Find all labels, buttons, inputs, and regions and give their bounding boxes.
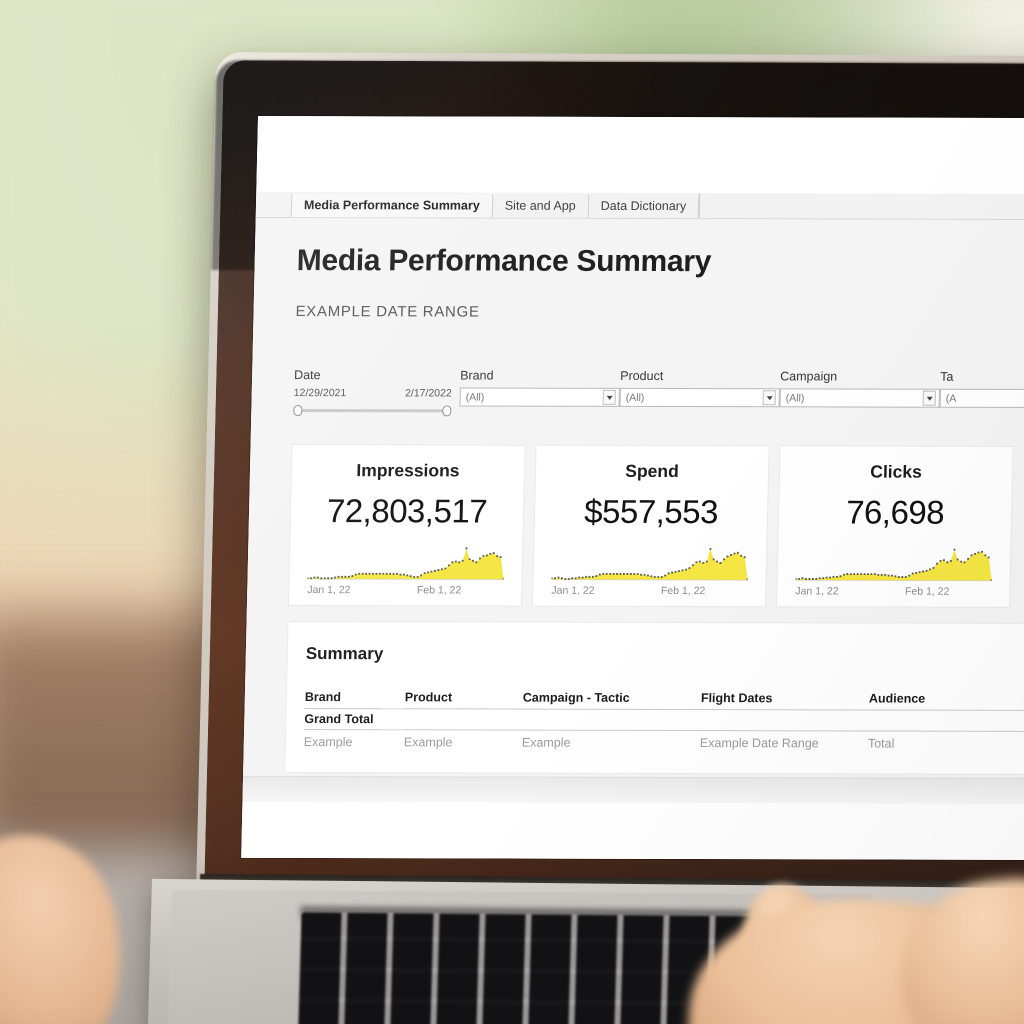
sparkline-axis-labels: Jan 1, 22 Feb 1, 22 [795,585,991,598]
cell-brand: Example [303,734,353,750]
column-header-brand[interactable]: Brand [304,690,406,709]
cell-product: Example [403,735,453,750]
tab-label: Media Performance Summary [303,198,480,213]
sparkline-axis-labels: Jan 1, 22 Feb 1, 22 [551,585,747,598]
laptop: Media Performance Summary Site and App D… [0,0,1024,1024]
axis-tick-start: Jan 1, 22 [551,584,595,597]
page-subtitle: EXAMPLE DATE RANGE [295,303,480,321]
summary-title: Summary [305,644,384,664]
filter-bar: Date 12/29/2021 2/17/2022 Brand (All) Pr… [293,368,1024,419]
filter-brand: Brand (All) [459,368,620,417]
sparkline-spend [551,548,749,581]
dropdown-value: (A [945,392,957,405]
slider-handle-start[interactable] [293,405,303,417]
kpi-value: $557,553 [583,492,719,531]
kpi-label: Impressions [356,460,460,481]
hand-left [0,821,139,1024]
table-header-row: Brand Product Campaign - Tactic Flight D… [304,690,1024,711]
column-header-flight-dates[interactable]: Flight Dates [700,691,870,710]
tabstrip-filler [698,193,1024,220]
dropdown-campaign[interactable]: (All) [779,388,940,408]
kpi-value: 76,698 [845,493,945,531]
column-header-audience[interactable]: Audience [868,691,1020,711]
sparkline-impressions [307,547,505,580]
page-title: Media Performance Summary [296,244,712,279]
tab-site-and-app[interactable]: Site and App [491,194,589,218]
axis-tick-mid: Feb 1, 22 [416,584,462,597]
cell-flight-dates: Example Date Range [699,736,819,751]
filter-tactic-truncated: Ta (A [939,370,1024,419]
dropdown-value: (All) [465,390,485,404]
dropdown-brand[interactable]: (All) [459,387,620,407]
slider-handle-end[interactable] [442,405,452,417]
column-header-product[interactable]: Product [404,690,524,710]
chevron-down-icon[interactable] [762,390,776,406]
dropdown-tactic[interactable]: (A [939,388,1024,409]
kpi-label: Clicks [870,461,923,482]
axis-tick-start: Jan 1, 22 [307,584,351,597]
chevron-down-icon[interactable] [922,390,936,406]
kpi-card-row: Impressions 72,803,517 Jan 1, 22 Feb 1, … [288,445,1024,607]
filter-label-campaign: Campaign [780,369,838,384]
cell-brand: Grand Total [304,708,405,730]
cell-audience: Total [867,736,895,751]
kpi-card-clicks[interactable]: Clicks 76,698 Jan 1, 22 Feb 1, 22 [777,446,1013,607]
laptop-screen: Media Performance Summary Site and App D… [241,116,1024,861]
summary-table: Brand Product Campaign - Tactic Flight D… [304,690,1024,754]
dashboard-viewport: Media Performance Summary Site and App D… [241,116,1024,861]
date-start-value: 12/29/2021 [293,387,347,400]
dashboard-body: Media Performance Summary EXAMPLE DATE R… [241,217,1024,861]
filter-label-product: Product [620,368,664,384]
sparkline-clicks [795,548,993,582]
axis-tick-start: Jan 1, 22 [795,585,839,598]
browser-chrome-area [256,116,1024,195]
axis-tick-mid: Feb 1, 22 [660,584,706,598]
kpi-value: 72,803,517 [326,492,488,530]
chevron-down-icon[interactable] [602,389,616,405]
dropdown-value: (All) [625,391,645,404]
date-range-values: 12/29/2021 2/17/2022 [294,387,452,399]
cell-product [404,708,523,731]
summary-panel: Summary Brand Product Campaign - Tactic … [285,621,1024,775]
dashboard-tabstrip: Media Performance Summary Site and App D… [255,191,1024,221]
filter-label-tactic: Ta [940,369,954,384]
filter-label-date: Date [293,368,321,383]
filter-date: Date 12/29/2021 2/17/2022 [293,368,460,417]
cell-impressions: E [1018,731,1024,754]
dropdown-product[interactable]: (All) [619,387,780,408]
dropdown-value: (All) [785,391,805,404]
column-header-impressions[interactable]: Im [1018,691,1024,711]
cell-audience [868,709,1019,732]
cell-campaign-tactic: Example [521,735,571,750]
page-blank-area [241,801,1024,861]
cell-flight-dates [700,709,869,731]
dashboard-footer-bar[interactable] [242,775,1024,805]
filter-product: Product (All) [619,369,780,418]
cell-impressions: 72 [1018,710,1024,732]
column-header-campaign-tactic[interactable]: Campaign - Tactic [522,690,702,710]
date-end-value: 2/17/2022 [404,387,452,400]
kpi-card-spend[interactable]: Spend $557,553 Jan 1, 22 Feb 1, 22 [532,445,769,607]
tab-label: Site and App [504,198,576,213]
cell-campaign-tactic [522,709,701,731]
slider-track [297,409,448,413]
tab-data-dictionary[interactable]: Data Dictionary [587,194,700,219]
axis-tick-mid: Feb 1, 22 [904,585,950,598]
tab-label: Data Dictionary [600,198,687,214]
filter-label-brand: Brand [460,368,494,383]
kpi-label: Spend [625,460,680,482]
sparkline-axis-labels: Jan 1, 22 Feb 1, 22 [307,584,503,597]
filter-campaign: Campaign (All) [779,369,940,418]
table-row: Example Example Example Example Date Ran… [304,729,1024,753]
date-range-slider[interactable] [293,403,452,417]
tab-media-performance-summary[interactable]: Media Performance Summary [290,194,494,218]
table-row: Grand Total 72 [304,708,1024,732]
kpi-card-impressions[interactable]: Impressions 72,803,517 Jan 1, 22 Feb 1, … [288,445,525,606]
